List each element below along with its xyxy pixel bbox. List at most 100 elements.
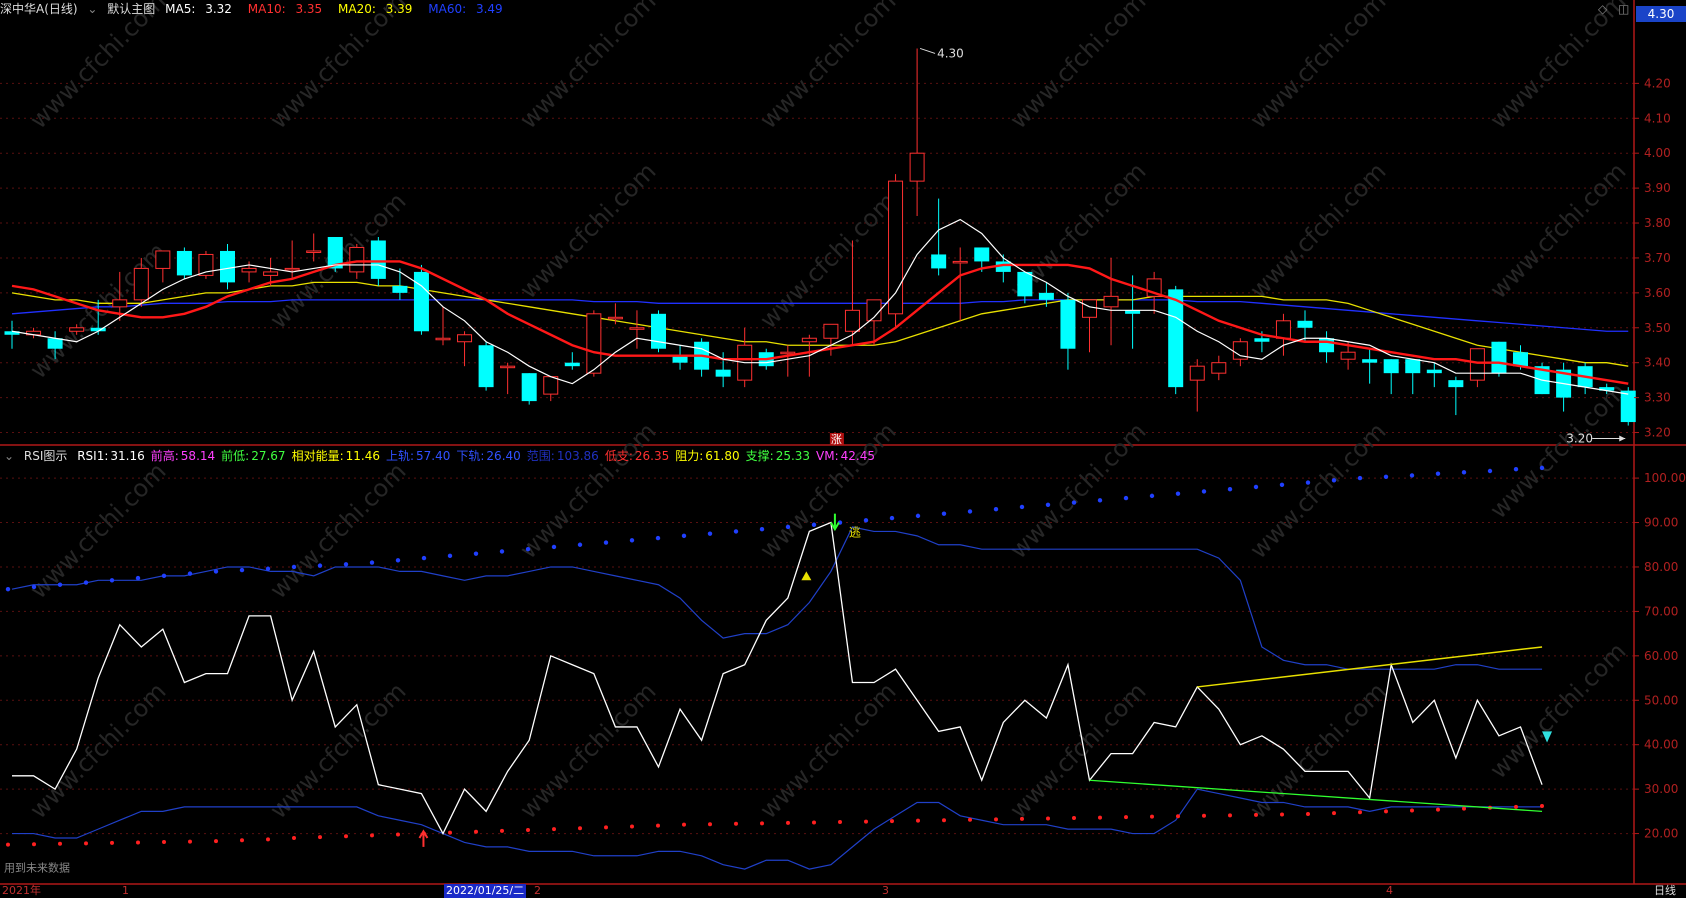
candle[interactable] [1448,376,1464,416]
candlestick-series[interactable] [4,48,1636,426]
candle-body [500,365,516,369]
candle[interactable] [500,362,516,395]
candle[interactable] [1491,341,1507,377]
candle[interactable] [931,198,947,276]
candle[interactable] [909,48,925,217]
price-tick-label: 3.30 [1644,391,1671,405]
candle[interactable] [1469,348,1485,388]
candle[interactable] [435,306,451,346]
candle[interactable] [543,376,559,402]
chevron-down-icon[interactable]: ⌄ [87,2,97,16]
candle-body [1319,338,1335,353]
candle[interactable] [564,352,580,370]
rsi-upper-dot [1409,473,1415,478]
candle[interactable] [1405,359,1421,395]
rsi-lower-dot [1176,814,1180,819]
rsi-metric-label: 相对能量: [291,449,344,463]
rsi-lower-dot [1514,804,1518,809]
candle[interactable] [521,373,537,405]
low-price-label: 3.20 [1566,432,1593,446]
candle[interactable] [413,264,429,335]
candle-body [1082,299,1097,318]
candle[interactable] [737,327,753,388]
date-axis-label: 2 [534,884,541,897]
rsi-lower-dot [916,818,920,823]
candle[interactable] [1189,359,1205,412]
candle[interactable] [629,310,645,349]
candle-body [1383,359,1399,374]
candle[interactable] [1556,362,1572,412]
candle[interactable] [952,247,968,321]
high-pointer [919,47,936,54]
candle-body [1426,369,1442,374]
candle[interactable] [1211,355,1227,381]
date-axis-label: 1 [122,884,129,897]
rsi-upper-dot [421,555,427,561]
rsi-upper-dot [291,564,297,570]
watermark-text: www.cfchi.com [264,677,411,824]
candle[interactable] [823,323,839,356]
candle-body [112,299,128,308]
rsi-upper-dot [1539,465,1545,471]
candle-body [1297,320,1313,328]
period-label[interactable]: 日线 [1654,884,1676,898]
candle[interactable] [478,341,494,391]
candle[interactable] [888,174,904,328]
candle[interactable] [26,327,42,339]
candle[interactable] [780,345,796,377]
rsi-tick-label: 30.00 [1644,782,1678,796]
candle[interactable] [220,243,235,290]
price-tick-label: 3.20 [1644,426,1671,440]
window-icon[interactable]: ◫ [1618,2,1629,16]
candle-body [47,338,63,349]
tao-label: 逃 [849,525,861,539]
rsi-upper-dot [1279,482,1285,487]
candle-body [543,376,559,395]
candle[interactable] [586,310,602,377]
candle[interactable] [1362,348,1378,384]
candle[interactable] [155,250,171,283]
rsi-upper-dot [681,533,687,539]
candle-body [564,362,580,367]
candle[interactable] [457,331,473,367]
rsi-upper-dot [1461,470,1467,475]
candle[interactable] [198,250,214,279]
candle-body [370,240,386,279]
rsi-upper-dot [629,538,635,543]
candle[interactable] [1275,313,1291,356]
candle[interactable] [306,233,322,262]
candle[interactable] [176,247,192,279]
candle-body [1060,299,1076,349]
watermark-text: www.cfchi.com [514,157,661,304]
rsi-metric: 前高: 58.14 [151,449,215,463]
rsi-upper-dot [1149,493,1155,499]
candle[interactable] [284,240,300,279]
rsi-tick-label: 20.00 [1644,827,1678,841]
rsi-metric: 范围: 103.86 [527,449,599,463]
candle[interactable] [1060,292,1076,370]
watermark-text: www.cfchi.com [754,417,901,564]
candle[interactable] [1319,331,1335,363]
current-price-tag: 4.30 [1636,6,1686,22]
candle[interactable] [392,268,408,300]
candle-body [1038,292,1054,300]
candle[interactable] [1103,257,1119,346]
candle[interactable] [4,320,20,349]
diamond-icon[interactable]: ◇ [1598,2,1607,16]
rsi-metric: 低支: 26.35 [605,449,669,463]
chevron-down-icon[interactable]: ⌄ [4,449,14,463]
rsi-metric: 前低: 27.67 [221,449,285,463]
rsi-indicator-name[interactable]: RSI图示 [24,449,68,463]
rsi-upper-dot [1175,491,1181,496]
stock-name[interactable]: 深中华A(日线) [0,2,78,16]
candle[interactable] [1297,310,1313,342]
candle[interactable] [1383,359,1399,395]
candle[interactable] [651,310,666,353]
rsi-lower-dot [786,820,790,825]
rsi-metric-label: VM: [816,449,839,463]
candle[interactable] [1426,362,1442,388]
watermark-text: www.cfchi.com [1244,0,1391,134]
watermark-text: www.cfchi.com [514,0,661,134]
candle[interactable] [672,345,688,370]
main-chart-name[interactable]: 默认主图 [107,2,155,16]
